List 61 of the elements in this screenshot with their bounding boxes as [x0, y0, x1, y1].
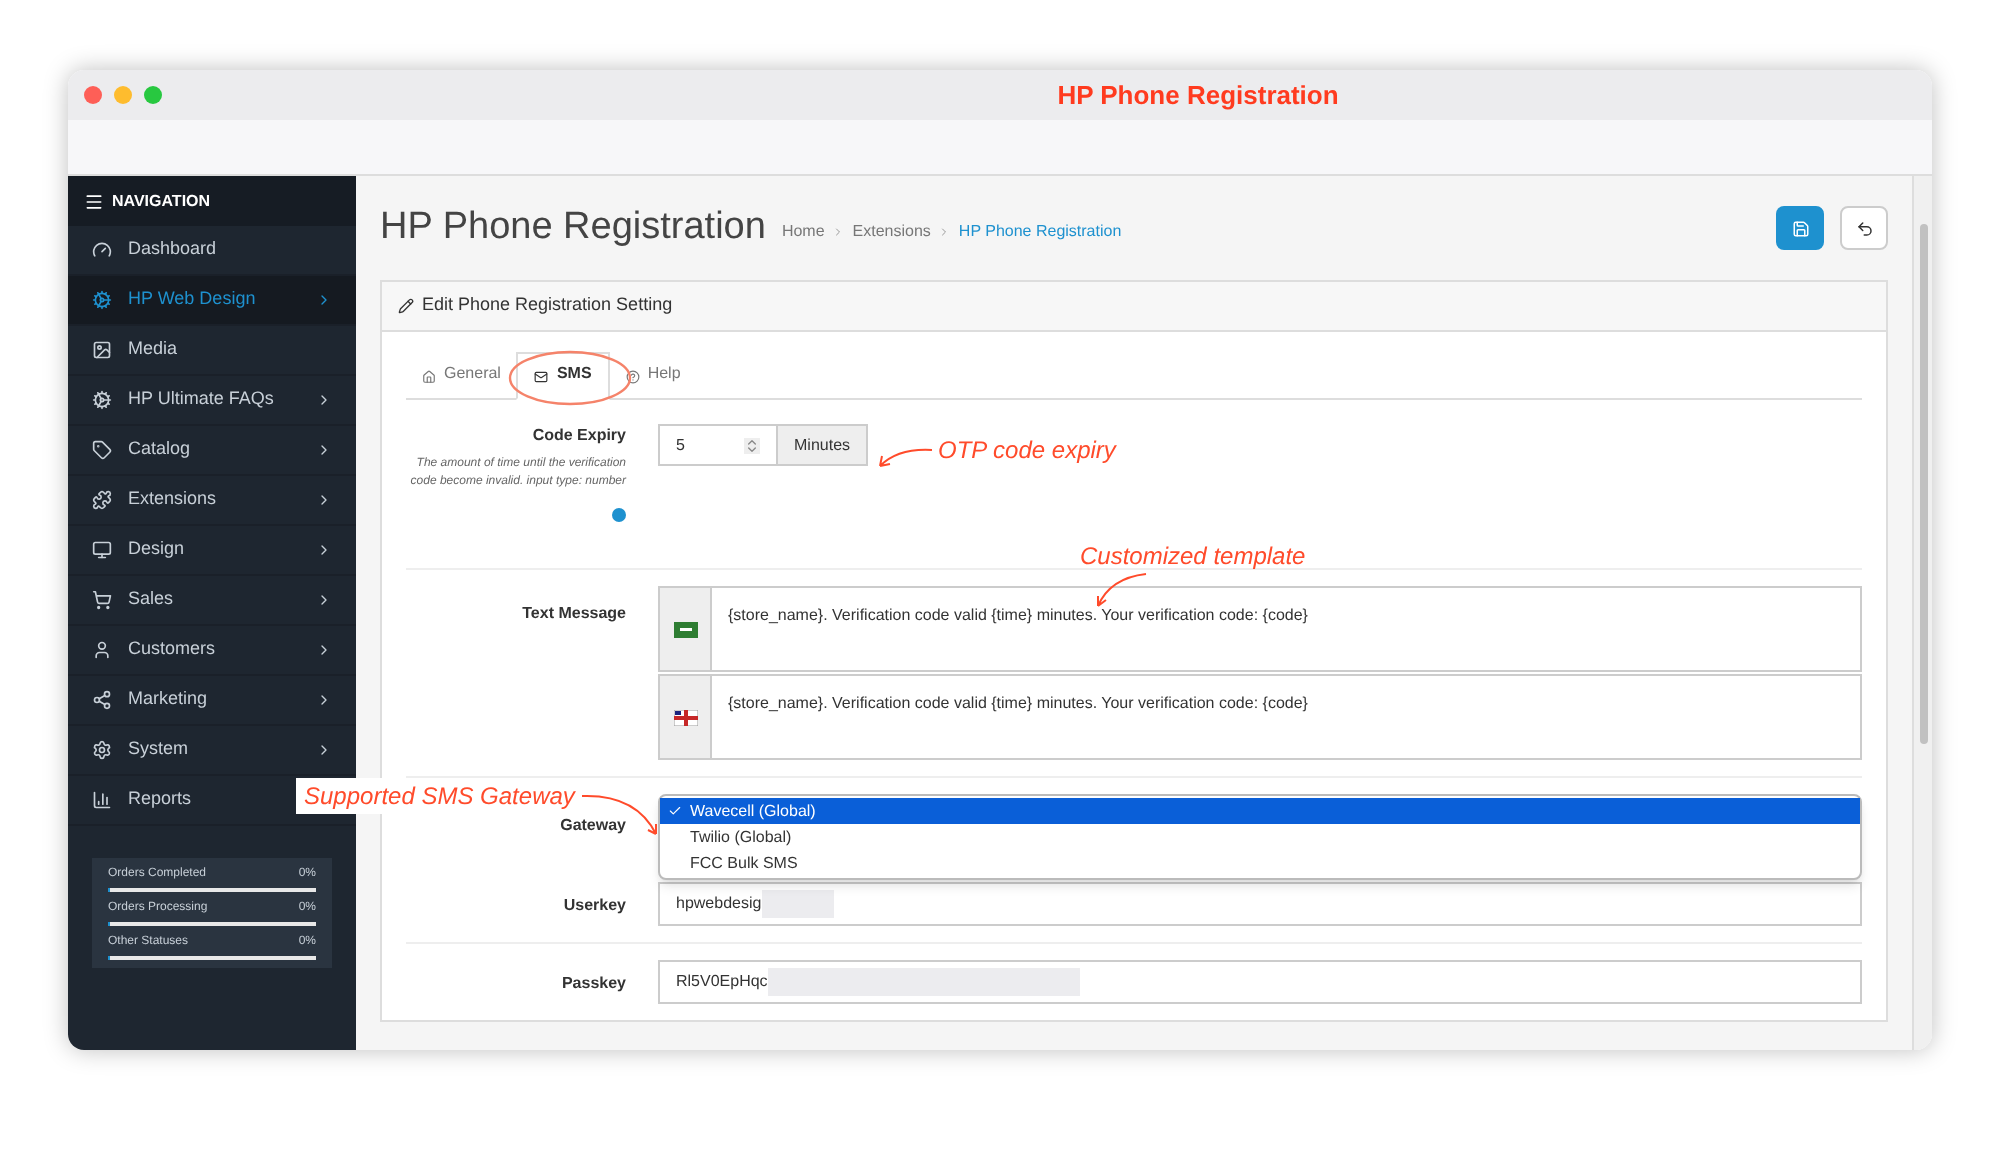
menu-item-icon: [92, 640, 112, 660]
menu-item-icon: [92, 240, 112, 260]
spinner-icon[interactable]: [744, 437, 760, 453]
menu-item-icon: [92, 690, 112, 710]
check-icon: [668, 804, 682, 818]
breadcrumb-link[interactable]: Home: [781, 220, 825, 244]
menu-item-icon: [92, 290, 112, 310]
field-label: Text Message: [520, 602, 626, 626]
envelope-icon: [534, 369, 549, 383]
message-textarea[interactable]: {store_name}. Verification code valid {time} minutes. Your verification code: {code}: [712, 586, 1862, 672]
field-label: Code Expiry: [532, 424, 626, 448]
flag-icon: [673, 709, 697, 725]
help-icon: [625, 369, 640, 383]
save-button[interactable]: [1776, 206, 1824, 250]
breadcrumb-link[interactable]: Extensions: [852, 220, 931, 244]
message-textarea[interactable]: {store_name}. Verification code valid {time} minutes. Your verification code: {code}: [712, 674, 1862, 760]
highlight-circle: [508, 350, 632, 406]
menu-item-icon: [92, 390, 112, 410]
separator-icon: [938, 226, 951, 238]
home-icon: [422, 369, 436, 383]
menu-item-icon: [92, 740, 112, 760]
tab[interactable]: Help: [609, 352, 697, 400]
tab[interactable]: SMS: [516, 352, 610, 400]
annotation-text: Customized template: [1080, 540, 1306, 574]
flag-icon: [673, 621, 697, 637]
redacted-block: [761, 890, 834, 918]
menu-item-icon: [92, 490, 112, 510]
menu-icon[interactable]: [84, 191, 104, 211]
userkey-field[interactable]: hpwebdesig: [658, 882, 1862, 926]
annotation-text: OTP code expiry: [938, 434, 1116, 468]
field-label: Userkey: [561, 894, 626, 918]
pencil-icon: [398, 298, 414, 314]
field-label: Gateway: [560, 814, 626, 838]
tab[interactable]: General: [406, 352, 517, 400]
menu-item-icon: [92, 440, 112, 460]
close-window-icon[interactable]: [84, 86, 102, 104]
menu-item-icon: [92, 790, 112, 810]
separator-icon: [832, 226, 845, 238]
scrollbar[interactable]: [1912, 176, 1932, 1050]
save-icon: [1791, 219, 1809, 237]
panel-title: Edit Phone Registration Setting: [422, 292, 673, 319]
info-icon: [612, 508, 626, 522]
passkey-field[interactable]: Rl5V0EpHqc: [658, 960, 1862, 1004]
sidebar-heading: NAVIGATION: [112, 189, 211, 213]
number-field[interactable]: 5: [658, 424, 778, 466]
zoom-window-icon[interactable]: [144, 86, 162, 104]
sidebar-item[interactable]: HP Web Design: [68, 276, 356, 326]
menu-item-icon: [92, 590, 112, 610]
window-title: HP Phone Registration: [1055, 77, 1341, 114]
unit-addon: Minutes: [778, 424, 869, 466]
gateway-dropdown-menu[interactable]: Wavecell (Global) Twilio (Global) FCC Bulk SMS: [658, 794, 1862, 880]
page-title: HP Phone Registration: [380, 203, 766, 252]
menu-item-icon: [92, 340, 112, 360]
back-button[interactable]: [1840, 206, 1888, 250]
back-arrow-icon: [1855, 219, 1873, 237]
dropdown-option[interactable]: FCC Bulk SMS: [660, 850, 1860, 876]
dropdown-option[interactable]: Wavecell (Global): [660, 798, 1860, 824]
menu-item-icon: [92, 540, 112, 560]
annotation-arrow: [874, 444, 934, 472]
dropdown-option[interactable]: Twilio (Global): [660, 824, 1860, 850]
field-label: Passkey: [559, 972, 626, 996]
